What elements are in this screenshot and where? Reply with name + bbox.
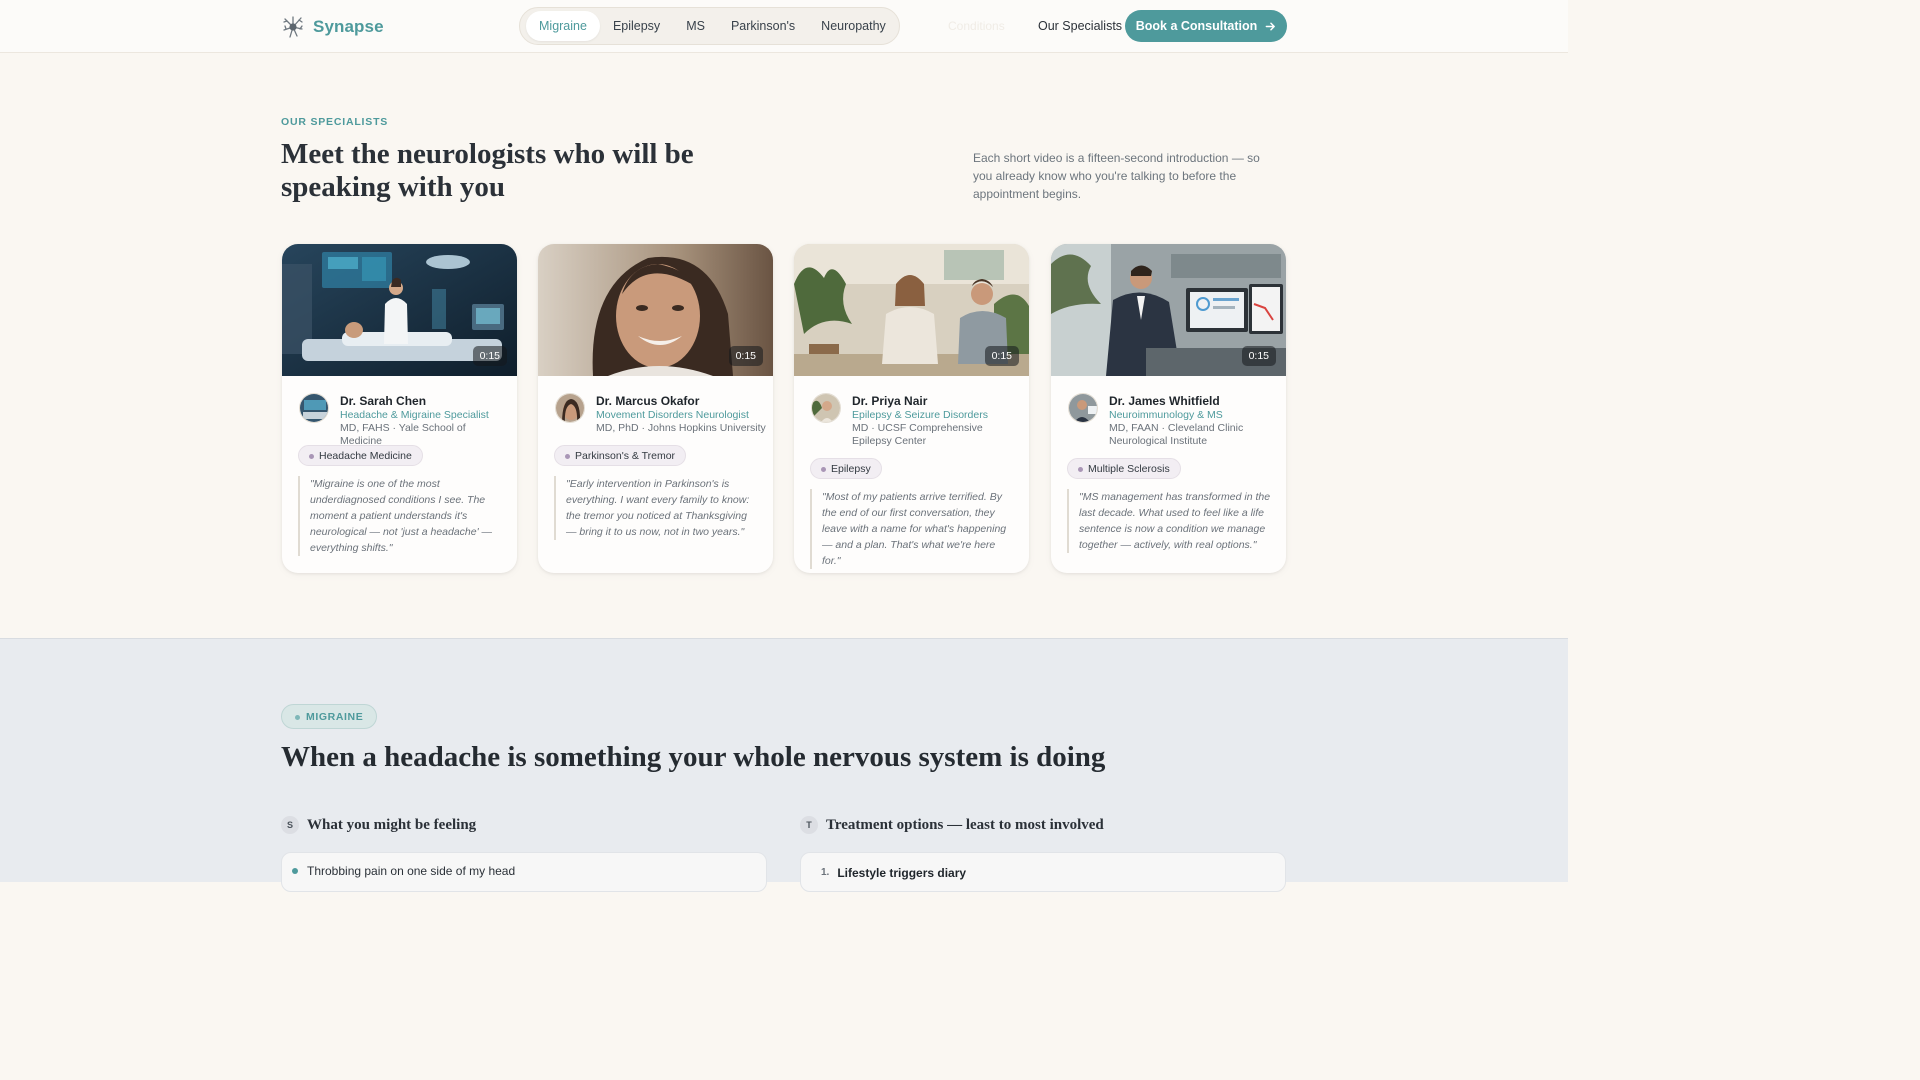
symptoms-heading: S What you might be feeling	[281, 816, 476, 834]
doctor-specialty: Headache & Migraine Specialist	[340, 409, 489, 421]
symptom-label: Throbbing pain on one side of my head	[307, 864, 516, 878]
video-duration: 0:15	[984, 346, 1019, 366]
specialty-tag: Epilepsy	[810, 458, 882, 479]
brand-name: Synapse	[313, 17, 384, 36]
doctor-quote: "Most of my patients arrive terrified. B…	[810, 489, 1015, 569]
nav-item-epilepsy[interactable]: Epilepsy	[600, 11, 673, 41]
section-eyebrow: OUR SPECIALISTS	[281, 116, 389, 128]
faded-nav-link[interactable]: Conditions	[948, 19, 1005, 33]
video-duration: 0:15	[472, 346, 507, 366]
doctor-quote: "MS management has transformed in the la…	[1067, 489, 1272, 553]
specialty-tag: Headache Medicine	[298, 445, 423, 466]
doctor-quote: "Early intervention in Parkinson's is ev…	[554, 476, 759, 540]
condition-title: When a headache is something your whole …	[281, 741, 1106, 773]
site-header: Synapse Migraine Epilepsy MS Parkinson's…	[0, 0, 1568, 53]
nav-item-neuropathy[interactable]: Neuropathy	[808, 11, 899, 41]
neuron-logo-icon	[283, 16, 303, 38]
arrow-right-icon	[1265, 22, 1276, 30]
symptoms-letter-icon: S	[281, 816, 299, 834]
treatment-label: Lifestyle triggers diary	[837, 866, 967, 880]
doctor-specialty: Neuroimmunology & MS	[1109, 409, 1223, 421]
specialist-card[interactable]: 0:15 Dr. Sarah Chen Headache & Migraine …	[282, 244, 517, 573]
video-thumbnail[interactable]: 0:15	[282, 244, 517, 376]
treatment-item[interactable]: 1. Lifestyle triggers diary	[821, 866, 966, 880]
condition-badge: MIGRAINE	[281, 704, 378, 729]
specialist-card[interactable]: 0:15 Dr. James Whitfield Neuroimmunology…	[1051, 244, 1286, 573]
video-duration: 0:15	[728, 346, 763, 366]
treatments-heading: T Treatment options — least to most invo…	[800, 816, 1104, 834]
treatment-number: 1.	[821, 867, 830, 878]
condition-nav: Migraine Epilepsy MS Parkinson's Neuropa…	[519, 7, 900, 45]
doctor-credentials: MD · UCSF Comprehensive Epilepsy Center	[852, 422, 983, 447]
doctor-name: Dr. Priya Nair	[852, 394, 928, 408]
doctor-quote: "Migraine is one of the most underdiagno…	[298, 476, 503, 556]
nav-item-migraine[interactable]: Migraine	[526, 11, 600, 41]
nav-item-parkinsons[interactable]: Parkinson's	[718, 11, 808, 41]
doctor-specialty: Movement Disorders Neurologist	[596, 409, 749, 421]
doctor-specialty: Epilepsy & Seizure Disorders	[852, 409, 988, 421]
brand-logo[interactable]: Synapse	[281, 14, 384, 40]
doctor-avatar	[555, 393, 585, 423]
section-title: Meet the neurologists who will be speaki…	[281, 138, 694, 203]
treatments-title: Treatment options — least to most involv…	[826, 816, 1104, 833]
section-intro: Each short video is a fifteen-second int…	[973, 151, 1260, 201]
doctor-avatar	[299, 393, 329, 423]
nav-item-ms[interactable]: MS	[673, 11, 718, 41]
specialist-card[interactable]: 0:15 Dr. Marcus Okafor Movement Disorder…	[538, 244, 773, 573]
video-duration: 0:15	[1241, 346, 1276, 366]
specialist-card[interactable]: 0:15 Dr. Priya Nair Epilepsy & Seizure D…	[794, 244, 1029, 573]
specialty-tag: Multiple Sclerosis	[1067, 458, 1181, 479]
bullet-dot-icon	[292, 868, 298, 874]
doctor-name: Dr. James Whitfield	[1109, 394, 1220, 408]
doctor-avatar	[1068, 393, 1098, 423]
specialty-tag: Parkinson's & Tremor	[554, 445, 687, 466]
symptom-item[interactable]: Throbbing pain on one side of my head	[292, 864, 515, 878]
our-specialists-link[interactable]: Our Specialists	[1038, 19, 1122, 33]
doctor-avatar	[811, 393, 841, 423]
doctor-credentials: MD, PhD · Johns Hopkins University	[596, 422, 766, 434]
video-thumbnail[interactable]: 0:15	[538, 244, 773, 376]
book-consultation-label: Book a Consultation	[1135, 19, 1258, 33]
symptoms-title: What you might be feeling	[307, 816, 477, 833]
video-thumbnail[interactable]: 0:15	[794, 244, 1029, 376]
doctor-name: Dr. Marcus Okafor	[596, 394, 700, 408]
doctor-name: Dr. Sarah Chen	[340, 394, 427, 408]
doctor-credentials: MD, FAAN · Cleveland Clinic Neurological…	[1109, 422, 1244, 447]
video-thumbnail[interactable]: 0:15	[1051, 244, 1286, 376]
book-consultation-button[interactable]: Book a Consultation	[1125, 10, 1287, 42]
treatments-letter-icon: T	[800, 816, 818, 834]
